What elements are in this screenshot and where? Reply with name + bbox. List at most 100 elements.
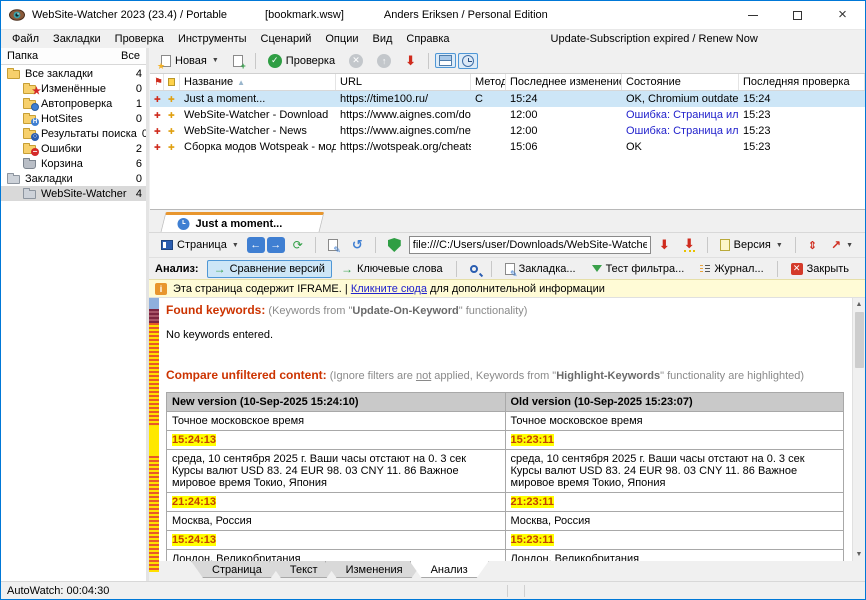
bookmark-table-header[interactable]: ⚑ Название▲ URL Метод Последнее изменени… bbox=[150, 74, 865, 91]
new-folder-button[interactable]: + bbox=[227, 52, 249, 70]
new-version-cell: 15:24:13 bbox=[167, 431, 506, 450]
bookmark-row[interactable]: ✚ ✚ WebSite-Watcher - Download https://w… bbox=[150, 107, 865, 123]
folder-tree-item[interactable]: Корзина 6 bbox=[1, 156, 146, 171]
app-logo-eye-icon bbox=[9, 7, 25, 23]
menu-item[interactable]: Проверка bbox=[108, 30, 171, 48]
row-check-icon: ✚ bbox=[168, 145, 173, 150]
chevron-down-icon: ▼ bbox=[846, 242, 853, 249]
resume-check-button[interactable]: ↑ bbox=[371, 51, 397, 71]
scrollbar-thumb[interactable] bbox=[855, 312, 864, 368]
scroll-up-icon[interactable]: ▲ bbox=[853, 298, 865, 311]
compare-row: 21:24:13 21:23:11 bbox=[167, 493, 844, 512]
column-header-last-change[interactable]: Последнее изменение bbox=[506, 74, 622, 90]
folder-panel-header[interactable]: Папка Все bbox=[1, 48, 146, 65]
found-keywords-sub-bold: Update-On-Keyword bbox=[352, 305, 458, 317]
folder-tree-item[interactable]: Автопроверка 1 bbox=[1, 96, 146, 111]
change-minimap[interactable] bbox=[149, 298, 160, 561]
bottom-tab-изменения[interactable]: Изменения bbox=[325, 561, 424, 578]
bookmark-row[interactable]: ✚ ✚ Сборка модов Wotspeak - модпа... htt… bbox=[150, 139, 865, 155]
edit-page-icon: ✎ bbox=[328, 239, 338, 251]
log-button[interactable]: Журнал... bbox=[693, 260, 770, 278]
menu-item[interactable]: Вид bbox=[365, 30, 399, 48]
autowatch-toggle[interactable] bbox=[458, 53, 478, 69]
column-header-method[interactable]: Метод bbox=[471, 74, 506, 90]
column-header-state[interactable]: Состояние bbox=[622, 74, 739, 90]
bookmark-row[interactable]: ✚ ✚ WebSite-Watcher - News https://www.a… bbox=[150, 123, 865, 139]
close-icon: × bbox=[838, 10, 847, 20]
detail-tab-just-a-moment[interactable]: Just a moment... bbox=[161, 212, 325, 232]
new-version-cell: 21:24:13 bbox=[167, 493, 506, 512]
row-check-icon: ✚ bbox=[168, 113, 173, 118]
split-view-toggle[interactable] bbox=[435, 53, 456, 68]
row-flag-icon: ✚ bbox=[154, 129, 159, 134]
compare-row: Лондон, Великобритания Лондон, Великобри… bbox=[167, 550, 844, 562]
old-version-cell: 15:23:11 bbox=[505, 431, 844, 450]
check-button[interactable]: ✓ Проверка bbox=[262, 51, 341, 71]
filter-test-button[interactable]: Тест фильтра... bbox=[585, 260, 692, 278]
maximize-button[interactable] bbox=[775, 1, 820, 29]
close-analysis-button[interactable]: ✕ Закрыть bbox=[784, 260, 856, 278]
close-button[interactable]: × bbox=[820, 1, 865, 29]
menu-item[interactable]: Сценарий bbox=[254, 30, 319, 48]
log-label: Журнал... bbox=[714, 263, 763, 275]
menu-item[interactable]: Опции bbox=[318, 30, 365, 48]
toolbar-separator bbox=[707, 237, 708, 253]
folder-tree-item[interactable]: − Ошибки 2 bbox=[1, 141, 146, 156]
scroll-down-icon[interactable]: ▼ bbox=[853, 548, 865, 561]
bottom-tab-анализ[interactable]: Анализ bbox=[410, 561, 489, 578]
menu-item[interactable]: Закладки bbox=[46, 30, 108, 48]
open-external-button[interactable]: ↗▼ bbox=[825, 235, 859, 255]
close-x-icon: ✕ bbox=[791, 263, 803, 275]
folder-tree-item[interactable]: WebSite-Watcher 4 bbox=[1, 186, 146, 201]
iframe-notice-link[interactable]: Кликните сюда bbox=[351, 283, 427, 295]
minimap-segment bbox=[149, 426, 159, 456]
url-field[interactable] bbox=[409, 236, 651, 254]
edit-page-button[interactable]: ✎ bbox=[322, 236, 344, 254]
bookmark-properties-label: Закладка... bbox=[519, 263, 576, 275]
minimize-button[interactable] bbox=[730, 1, 775, 29]
forward-button[interactable]: → bbox=[267, 237, 285, 253]
menu-item[interactable]: Файл bbox=[5, 30, 46, 48]
download-version-button[interactable]: ⬇ bbox=[653, 236, 676, 254]
page-mode-button[interactable]: Страница ▼ bbox=[155, 236, 245, 254]
folder-tree-item[interactable]: Все закладки 4 bbox=[1, 66, 146, 81]
old-version-cell: среда, 10 сентября 2025 г. Ваши часы отс… bbox=[505, 450, 844, 493]
folder-tree-item[interactable]: ○ Результаты поиска 0 bbox=[1, 126, 146, 141]
toolbar-separator bbox=[315, 237, 316, 253]
undo-button[interactable]: ↺ bbox=[346, 236, 369, 254]
stop-check-button[interactable]: ✕ bbox=[343, 51, 369, 71]
bookmark-properties-button[interactable]: ✎ Закладка... bbox=[498, 260, 583, 278]
bottom-tab-страница[interactable]: Страница bbox=[191, 561, 283, 578]
row-check-icon: ✚ bbox=[168, 97, 173, 102]
keywords-button[interactable]: → Ключевые слова bbox=[334, 260, 450, 278]
expand-collapse-button[interactable]: ⇕ bbox=[802, 236, 823, 255]
menu-item[interactable]: Справка bbox=[399, 30, 456, 48]
version-button[interactable]: Версия ▼ bbox=[714, 236, 789, 254]
bookmark-row[interactable]: ✚ ✚ Just a moment... https://time100.ru/… bbox=[150, 91, 865, 107]
security-button[interactable] bbox=[382, 235, 407, 255]
new-version-cell: Лондон, Великобритания bbox=[167, 550, 506, 562]
window-title-file: [bookmark.wsw] bbox=[265, 9, 344, 21]
new-bookmark-button[interactable]: ★ Новая ▼ bbox=[155, 52, 225, 70]
folder-tree-item[interactable]: H HotSites 0 bbox=[1, 111, 146, 126]
no-keywords-text: No keywords entered. bbox=[166, 329, 844, 341]
window-controls: × bbox=[730, 1, 865, 29]
download-button[interactable]: ⬇ bbox=[399, 52, 422, 70]
row-flag-icon: ✚ bbox=[154, 113, 159, 118]
content-scrollbar[interactable]: ▲ ▼ bbox=[852, 298, 865, 561]
column-header-name[interactable]: Название▲ bbox=[180, 74, 336, 90]
check-column-icon bbox=[168, 78, 175, 86]
column-header-last-check[interactable]: Последняя проверка bbox=[739, 74, 865, 90]
menu-item[interactable]: Инструменты bbox=[171, 30, 254, 48]
refresh-button[interactable]: ⟳ bbox=[287, 236, 309, 254]
compare-row: Точное московское время Точное московско… bbox=[167, 412, 844, 431]
column-header-url[interactable]: URL bbox=[336, 74, 471, 90]
subscription-notice[interactable]: Update-Subscription expired / Renew Now bbox=[551, 33, 758, 45]
download-marked-button[interactable]: ⬇ bbox=[678, 235, 701, 255]
compare-versions-button[interactable]: → Сравнение версий bbox=[207, 260, 332, 278]
folder-tree-item[interactable]: Закладки 0 bbox=[1, 171, 146, 186]
back-button[interactable]: ← bbox=[247, 237, 265, 253]
bookmark-edit-icon: ✎ bbox=[505, 263, 515, 275]
folder-tree-item[interactable]: ★ Изменённые 0 bbox=[1, 81, 146, 96]
search-button[interactable] bbox=[463, 262, 485, 276]
